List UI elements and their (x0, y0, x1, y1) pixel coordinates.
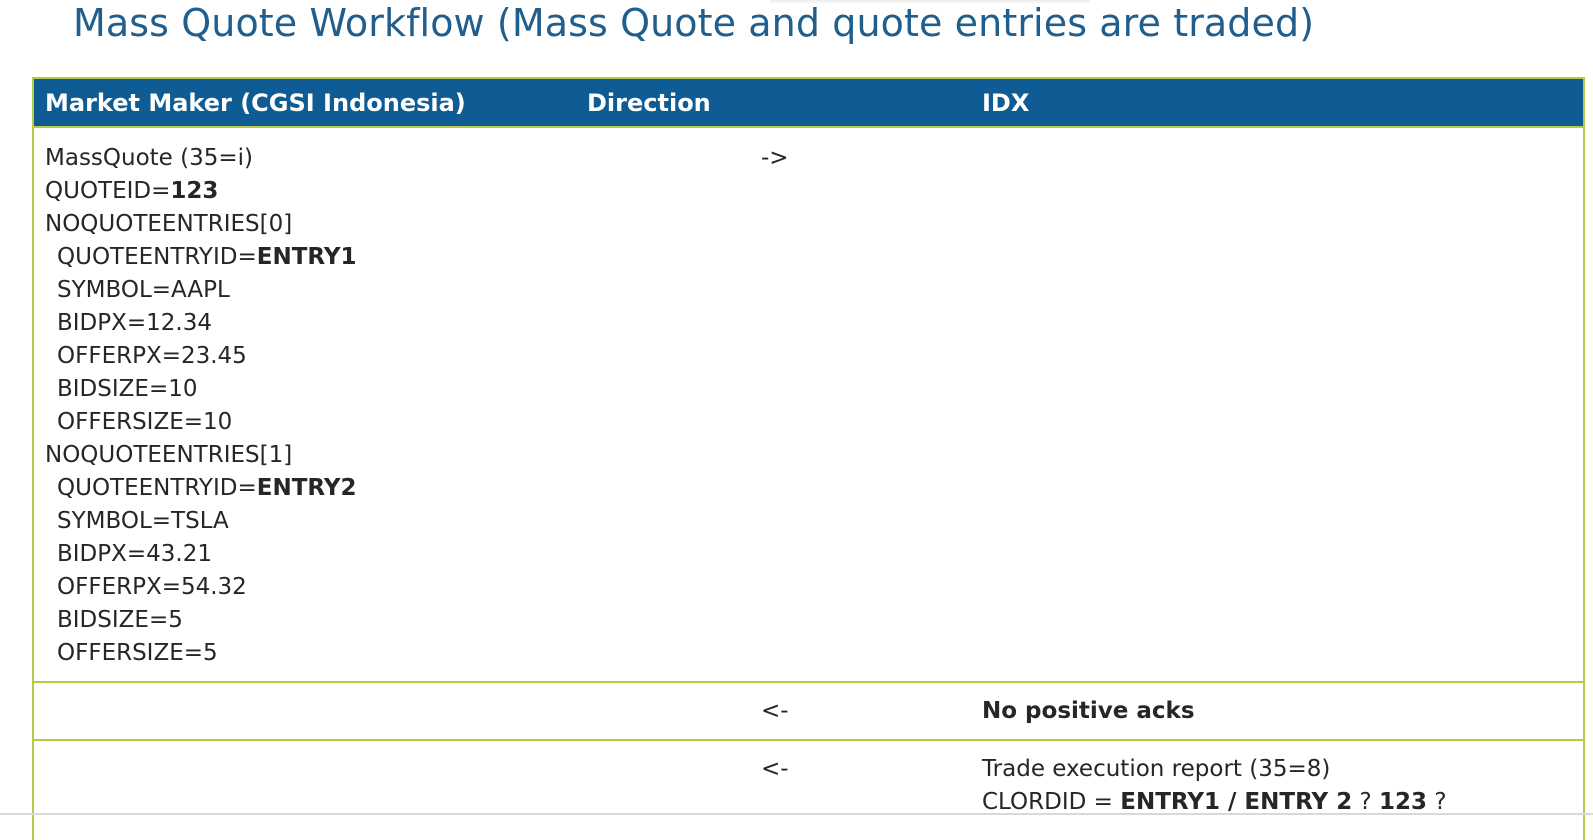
idx-response: No positive acks (982, 698, 1195, 724)
quoteentryid-label: QUOTEENTRYID= (57, 475, 257, 501)
clordid-entries: ENTRY1 / ENTRY 2 (1120, 789, 1353, 815)
page-title: Mass Quote Workflow (Mass Quote and quot… (73, 1, 1315, 45)
table-row: MassQuote (35=i) QUOTEID=123 NOQUOTEENTR… (34, 128, 1583, 681)
offersize-line: OFFERSIZE=10 (57, 409, 233, 435)
symbol-line: SYMBOL=AAPL (57, 277, 230, 303)
header-direction: Direction (587, 89, 711, 117)
clordid-quoteid: 123 (1379, 789, 1428, 815)
quoteentryid-line: QUOTEENTRYID=ENTRY2 (45, 472, 357, 505)
direction-arrow: <- (761, 756, 789, 782)
offerpx-line: OFFERPX=54.32 (57, 574, 247, 600)
table-row: <- No positive acks (34, 681, 1583, 739)
clordid-separator: ? (1352, 789, 1380, 815)
quoteid-line: QUOTEID=123 (45, 175, 357, 208)
table-row: <- Trade execution report (35=8) CLORDID… (34, 739, 1583, 840)
bidpx-line: BIDPX=12.34 (57, 310, 213, 336)
header-market-maker: Market Maker (CGSI Indonesia) (45, 89, 466, 117)
clordid-label: CLORDID = (982, 789, 1121, 815)
noquoteentries-1-line: NOQUOTEENTRIES[1] (45, 442, 293, 468)
bidpx-line: BIDPX=43.21 (57, 541, 213, 567)
table-header: Market Maker (CGSI Indonesia) Direction … (34, 79, 1583, 128)
quoteid-value: 123 (170, 178, 219, 204)
bidsize-line: BIDSIZE=5 (57, 607, 183, 633)
bottom-divider (0, 813, 1593, 815)
quoteentryid-line: QUOTEENTRYID=ENTRY1 (45, 241, 357, 274)
clordid-suffix: ? (1427, 789, 1447, 815)
quoteentryid-value: ENTRY1 (256, 244, 357, 270)
offerpx-line: OFFERPX=23.45 (57, 343, 247, 369)
quoteentryid-value: ENTRY2 (256, 475, 357, 501)
offersize-line: OFFERSIZE=5 (57, 640, 218, 666)
symbol-line: SYMBOL=TSLA (57, 508, 229, 534)
idx-execution-report: Trade execution report (35=8) CLORDID = … (982, 753, 1447, 819)
direction-arrow: -> (761, 145, 789, 171)
bidsize-line: BIDSIZE=10 (57, 376, 198, 402)
header-idx: IDX (982, 89, 1030, 117)
market-maker-message: MassQuote (35=i) QUOTEID=123 NOQUOTEENTR… (45, 142, 357, 670)
quoteid-label: QUOTEID= (45, 178, 171, 204)
noquoteentries-0-line: NOQUOTEENTRIES[0] (45, 211, 293, 237)
message-type-line: MassQuote (35=i) (45, 145, 254, 171)
workflow-table: Market Maker (CGSI Indonesia) Direction … (32, 77, 1585, 840)
quoteentryid-label: QUOTEENTRYID= (57, 244, 257, 270)
direction-arrow: <- (761, 698, 789, 724)
execution-report-type-line: Trade execution report (35=8) (982, 756, 1331, 782)
